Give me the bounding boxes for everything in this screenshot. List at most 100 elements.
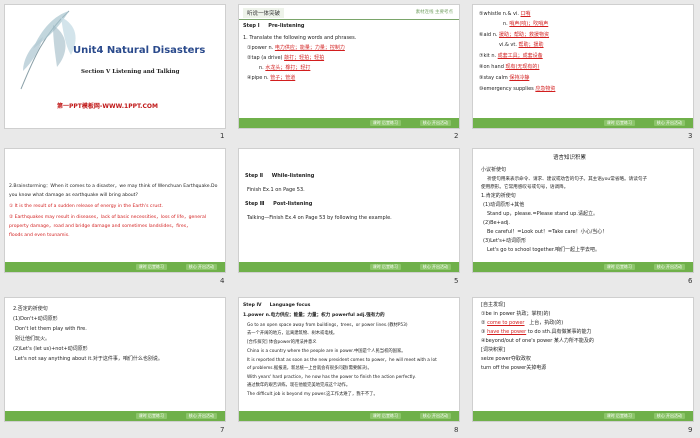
text-line: (3)Let's+动词原形 (483, 238, 526, 244)
slide-footer: 课时 后堂练习 核心 开出活动 (5, 411, 225, 421)
text-line: With years' hard practice，he now has the… (247, 375, 416, 380)
footer-button[interactable]: 课时 后堂练习 (369, 120, 401, 126)
text-line: [合作探究] 体会power的用法并意义 (247, 340, 317, 345)
slide-number: 1 (220, 132, 225, 140)
text-line: Let's not say anything about it.对于这件事，咱们… (15, 356, 163, 362)
footer-button[interactable]: 核心 开出活动 (419, 264, 451, 270)
footer-button[interactable]: 课时 后堂练习 (603, 120, 635, 126)
slide-number: 6 (688, 277, 693, 285)
text-line: ② come to power 上台，执政(的) (481, 320, 564, 326)
text-line: 1.power n.电力供应；能量；力量；权力 powerful adj.强有力… (243, 313, 385, 318)
footer-button[interactable]: 核心 开出活动 (419, 120, 451, 126)
text-line: ④beyond/out of one's power 某人力所不能及的 (481, 338, 594, 344)
footer-button[interactable]: 课时 后堂练习 (603, 264, 635, 270)
footer-button[interactable]: 核心 开出活动 (185, 413, 217, 419)
text-line: ⑨stay calm 保持冷静 (479, 75, 530, 81)
text-line: seize power夺取政权 (481, 356, 531, 362)
section-title: Section Ⅴ Listening and Talking (81, 69, 180, 75)
slide-footer: 课时 后堂练习 核心 开出活动 (239, 411, 459, 421)
text-line: China is a country where the people are … (247, 349, 406, 354)
text-line: Don't let them play with fire. (15, 326, 87, 332)
text-line: floods and even tsunamis. (9, 233, 70, 238)
slide-number: 3 (688, 132, 693, 140)
text-line: (1)Don't+动词原形 (13, 316, 58, 322)
text-line: Finish Ex.1 on Page 53. (247, 187, 305, 193)
text-line: 通过数年的艰苦训练，现在他能完美地完成这个动作。 (247, 383, 351, 388)
footer-button[interactable]: 核心 开出活动 (653, 120, 685, 126)
text-line: n. 哨声(响)；吹哨声 (503, 21, 549, 27)
slide-thumbnail-7[interactable]: 2.否定的祈使句 (1)Don't+动词原形 Don't let them pl… (4, 297, 226, 422)
slide-thumbnail-9[interactable]: [自主发现] ①be in power 执政；掌权(的) ② come to p… (472, 297, 694, 422)
slide-number: 9 (688, 426, 693, 434)
footer-button[interactable]: 课时 后堂练习 (135, 413, 167, 419)
text-line: (1)动词原形+其他 (483, 202, 525, 208)
text-line: ③ have the power to do sth.具有做某事的能力 (481, 329, 592, 335)
text-line: Let's go to school together.咱们一起上学去吧。 (487, 247, 601, 253)
step-label: Step Ⅰ Pre-listening (243, 23, 305, 29)
slide-number: 7 (220, 426, 225, 434)
footer-button[interactable]: 课时 后堂练习 (603, 413, 635, 419)
footer-button[interactable]: 核心 开出活动 (419, 413, 451, 419)
text-line: ⑤whistle n.& vi. 口哨 (479, 11, 531, 17)
text-line: ①power n. 电力供应；能量；力量；控制力 (247, 45, 345, 51)
text-line: Be careful！=Look out！=Take care！小心/当心！ (487, 229, 608, 235)
text-line: n. 水龙头；橡打；轻打 (259, 65, 311, 71)
slide-number: 8 (454, 426, 459, 434)
text-line: (2)Be+adj. (483, 220, 510, 226)
footer-button[interactable]: 课时 后堂练习 (135, 264, 167, 270)
text-line: [词块积累] (481, 347, 505, 353)
step-label: Step Ⅳ Language focus (243, 303, 311, 308)
text-line: 小议祈使句 (481, 167, 507, 173)
text-line: Go to an open space away from buildings，… (247, 323, 408, 328)
text-line: 1.肯定的祈使句 (481, 193, 516, 199)
header-links: 素材连线 主要考点 (415, 10, 453, 15)
text-line: you know what damage as earthquake will … (9, 193, 138, 198)
text-line: vi.& vt. 帮助；援助 (499, 42, 544, 48)
footer-button[interactable]: 核心 开出活动 (185, 264, 217, 270)
slide-footer: 课时 后堂练习 核心 开出活动 (473, 411, 693, 421)
text-line: ④pipe n. 管子；管道 (247, 75, 296, 81)
slide-number: 2 (454, 132, 459, 140)
slide-footer: 课时 后堂练习 核心 开出活动 (239, 262, 459, 272)
text-line: property damage，road and bridge damage a… (9, 224, 191, 229)
slide-thumbnail-6[interactable]: 语言知识积累 小议祈使句 祈使句用来表示命令、请求、建议或劝告的句子。其主语yo… (472, 148, 694, 273)
slide-thumbnail-8[interactable]: Step Ⅳ Language focus 1.power n.电力供应；能量；… (238, 297, 460, 422)
text-line: ②tap (a drive) 敲打；轻拍；轻拍 (247, 55, 325, 61)
slide-title: Unit4 Natural Disasters (73, 45, 206, 56)
footer-button[interactable]: 核心 开出活动 (653, 413, 685, 419)
text-line: turn off the power关掉电源 (481, 365, 547, 371)
text-line: 别让他们玩火。 (15, 336, 51, 342)
step-label: Step Ⅱ While-listening (245, 173, 315, 179)
text-line: 祈使句用来表示命令、请求、建议或劝告的句子。其主语you常省略。请读句子 (487, 177, 648, 182)
slide-heading: 语言知识积累 (553, 155, 587, 161)
footer-button[interactable]: 课时 后堂练习 (369, 264, 401, 270)
text-line: 1. Translate the following words and phr… (243, 35, 357, 41)
slide-footer: 课时 后堂练习 核心 开出活动 (473, 262, 693, 272)
footer-button[interactable]: 课时 后堂练习 (369, 413, 401, 419)
slide-thumbnail-3[interactable]: ⑤whistle n.& vi. 口哨 n. 哨声(响)；吹哨声 ⑥aid n.… (472, 4, 694, 129)
text-line: of problems.据报道，新总统一上台就会有很多问题(需要解决)。 (247, 366, 372, 371)
footer-button[interactable]: 核心 开出活动 (653, 264, 685, 270)
text-line: ⑧on hand 现有(无现有的) (479, 64, 540, 70)
text-line: It is reported that as soon as the new p… (247, 358, 437, 363)
text-line: [自主发现] (481, 302, 505, 308)
slide-thumbnail-1[interactable]: Unit4 Natural Disasters Section Ⅴ Listen… (4, 4, 226, 129)
slide-number: 4 (220, 277, 225, 285)
text-line: Stand up，please.=Please stand up.请起立。 (487, 211, 598, 217)
text-line: (2)Let's (let us)+not+动词原形 (13, 346, 88, 352)
slide-footer: 课时 后堂练习 核心 开出活动 (473, 118, 693, 128)
brand-text: 第一PPT模板网-WWW.1PPT.COM (57, 103, 158, 110)
slide-thumbnail-5[interactable]: Step Ⅱ While-listening Finish Ex.1 on Pa… (238, 148, 460, 273)
step-label: Step Ⅲ Post-listening (245, 201, 313, 207)
slide-footer: 课时 后堂练习 核心 开出活动 (5, 262, 225, 272)
text-line: ⑥aid n. 援助；帮助；救援物资 (479, 32, 550, 38)
text-line: 2.Brainstorming：When it comes to a disas… (9, 184, 218, 189)
text-line: 使用原形。它常用感叹号或句号，语调降。 (481, 185, 569, 190)
text-line: The difficult job is beyond my power.这工作… (247, 392, 378, 397)
slide-thumbnail-4[interactable]: 2.Brainstorming：When it comes to a disas… (4, 148, 226, 273)
text-line: ①be in power 执政；掌权(的) (481, 311, 551, 317)
text-line: 2.否定的祈使句 (13, 306, 48, 312)
text-line: ① It is the result of a sudden release o… (9, 204, 163, 209)
slide-thumbnail-2[interactable]: 听说一体突破 素材连线 主要考点 Step Ⅰ Pre-listening 1. … (238, 4, 460, 129)
slide-number: 5 (454, 277, 459, 285)
